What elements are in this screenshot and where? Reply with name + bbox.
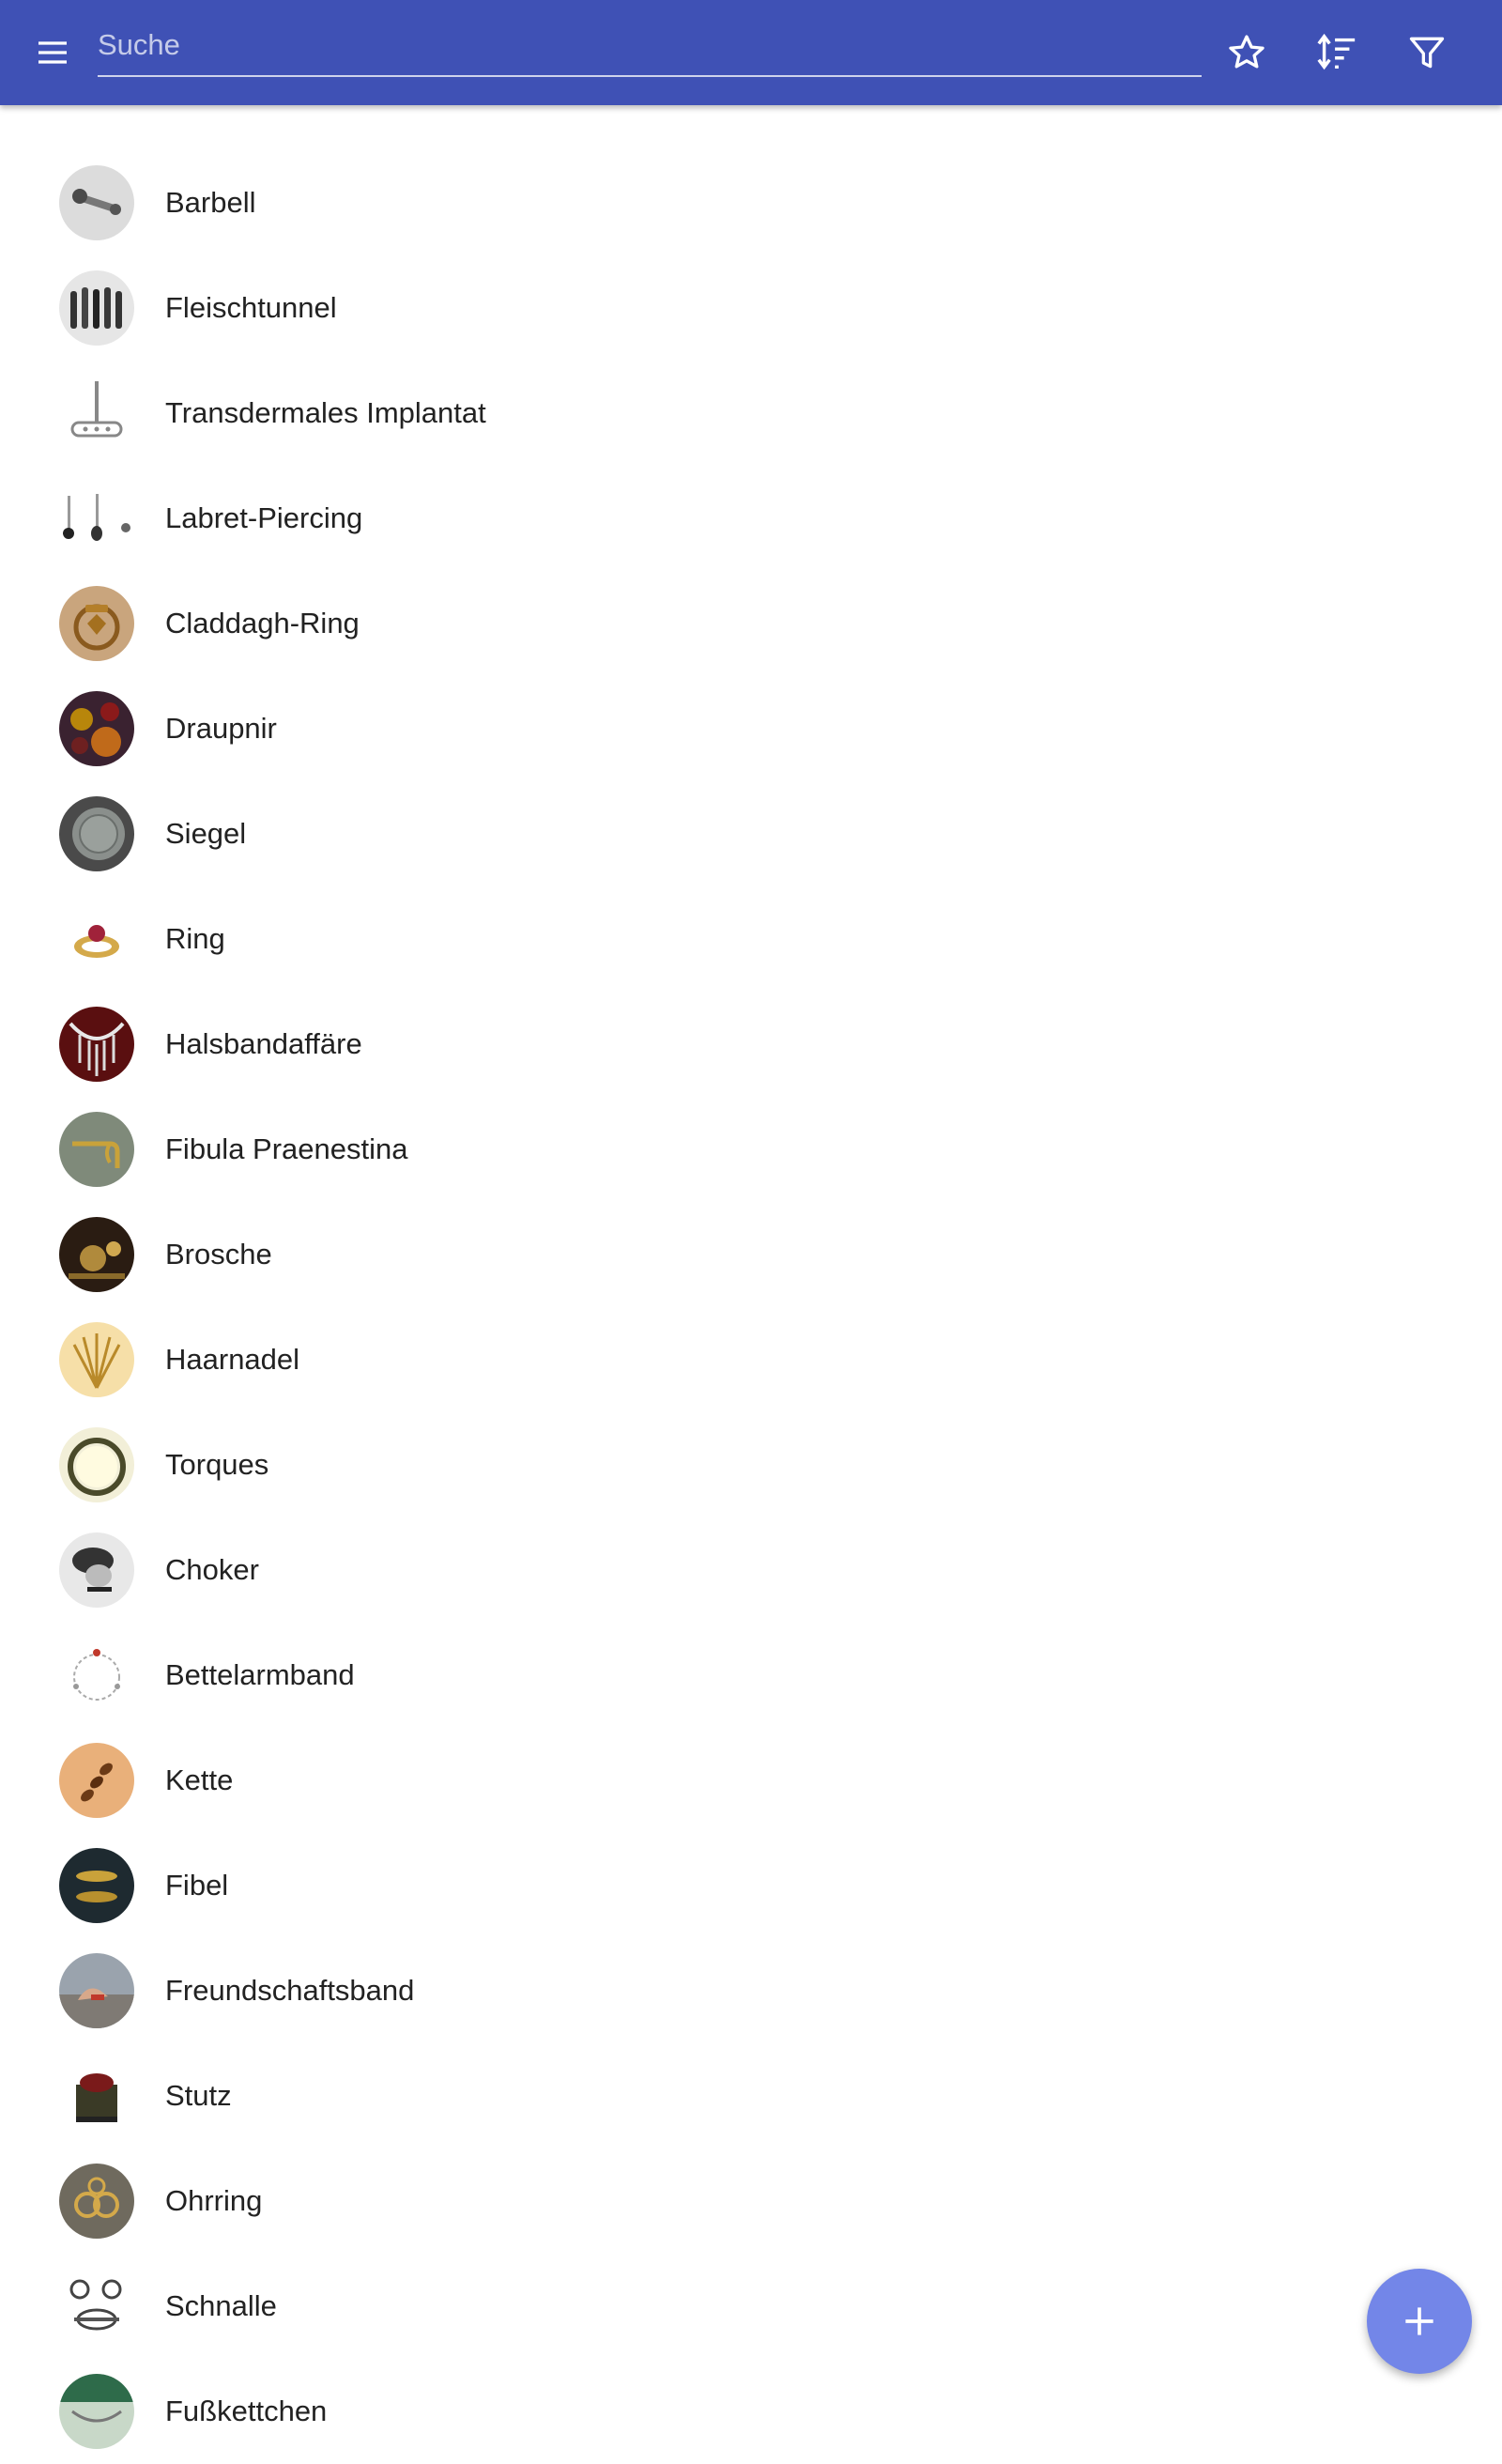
list-item[interactable]: Labret-Piercing — [0, 466, 1502, 571]
list-item[interactable]: Torques — [0, 1412, 1502, 1517]
list-item[interactable]: Siegel — [0, 781, 1502, 886]
search-field — [98, 17, 1202, 77]
item-label: Halsbandaffäre — [165, 1027, 362, 1060]
item-label: Labret-Piercing — [165, 501, 363, 534]
item-label: Bettelarmband — [165, 1658, 355, 1691]
item-label: Choker — [165, 1553, 259, 1586]
search-input[interactable] — [98, 17, 1202, 73]
list-item[interactable]: Claddagh-Ring — [0, 571, 1502, 676]
item-label: Brosche — [165, 1238, 272, 1270]
list-item[interactable]: Schnalle — [0, 2254, 1502, 2359]
implant-thumbnail — [59, 376, 134, 451]
list-item[interactable]: Ohrring — [0, 2148, 1502, 2254]
brooch-thumbnail — [59, 1217, 134, 1292]
list-item[interactable]: Draupnir — [0, 676, 1502, 781]
sort-icon — [1317, 33, 1356, 70]
anklet-thumbnail — [59, 2374, 134, 2449]
hairpin-thumbnail — [59, 1322, 134, 1397]
charm-bracelet-thumbnail — [59, 1638, 134, 1713]
draupnir-thumbnail — [59, 691, 134, 766]
item-label: Ring — [165, 922, 225, 955]
add-icon — [1405, 2307, 1433, 2335]
menu-button[interactable] — [26, 26, 79, 79]
item-label: Kette — [165, 1763, 234, 1796]
item-label: Fußkettchen — [165, 2395, 328, 2427]
item-label: Haarnadel — [165, 1343, 300, 1376]
filter-button[interactable] — [1397, 23, 1457, 83]
list-item[interactable]: Brosche — [0, 1202, 1502, 1307]
item-label: Freundschaftsband — [165, 1974, 415, 2007]
list-item[interactable]: Barbell — [0, 150, 1502, 255]
list-item[interactable]: Choker — [0, 1517, 1502, 1623]
item-label: Draupnir — [165, 712, 277, 745]
chain-thumbnail — [59, 1743, 134, 1818]
barbell-thumbnail — [59, 165, 134, 240]
add-button[interactable] — [1367, 2269, 1472, 2374]
choker-thumbnail — [59, 1532, 134, 1608]
item-label: Barbell — [165, 186, 256, 219]
item-label: Fleischtunnel — [165, 291, 337, 324]
filter-icon — [1409, 37, 1445, 69]
item-label: Claddagh-Ring — [165, 607, 360, 639]
list-item[interactable]: Fleischtunnel — [0, 255, 1502, 361]
stutz-thumbnail — [59, 2058, 134, 2133]
menu-icon — [38, 41, 67, 64]
item-label: Transdermales Implantat — [165, 396, 486, 429]
item-label: Fibel — [165, 1869, 229, 1902]
tunnel-thumbnail — [59, 270, 134, 346]
earring-thumbnail — [59, 2164, 134, 2239]
list-item[interactable]: Kette — [0, 1728, 1502, 1833]
necklace-thumbnail — [59, 1007, 134, 1082]
fibula-praenestina-thumbnail — [59, 1112, 134, 1187]
buckle-thumbnail — [59, 2269, 134, 2344]
list-item[interactable]: Halsbandaffäre — [0, 992, 1502, 1097]
friendship-band-thumbnail — [59, 1953, 134, 2028]
seal-thumbnail — [59, 796, 134, 871]
item-label: Schnalle — [165, 2289, 277, 2322]
fibel-thumbnail — [59, 1848, 134, 1923]
sort-button[interactable] — [1307, 23, 1367, 83]
ring-thumbnail — [59, 901, 134, 977]
item-label: Ohrring — [165, 2184, 263, 2217]
star-outline-icon — [1229, 35, 1264, 69]
list-item[interactable]: Fibula Praenestina — [0, 1097, 1502, 1202]
item-label: Stutz — [165, 2079, 232, 2112]
list-item[interactable]: Bettelarmband — [0, 1623, 1502, 1728]
list-item[interactable]: Haarnadel — [0, 1307, 1502, 1412]
item-label: Fibula Praenestina — [165, 1132, 408, 1165]
claddagh-thumbnail — [59, 586, 134, 661]
list-item[interactable]: Fibel — [0, 1833, 1502, 1938]
torque-thumbnail — [59, 1427, 134, 1502]
list-item[interactable]: Freundschaftsband — [0, 1938, 1502, 2043]
app-bar — [0, 0, 1502, 105]
list-item[interactable]: Ring — [0, 886, 1502, 992]
item-label: Torques — [165, 1448, 269, 1481]
list-item[interactable]: Transdermales Implantat — [0, 361, 1502, 466]
list-item[interactable]: Fußkettchen — [0, 2359, 1502, 2464]
item-label: Siegel — [165, 817, 247, 850]
labret-thumbnail — [59, 481, 134, 556]
list-item[interactable]: Stutz — [0, 2043, 1502, 2148]
item-list: Barbell Fleischtunnel Transdermales Impl… — [0, 150, 1502, 2464]
favorites-button[interactable] — [1217, 23, 1277, 83]
